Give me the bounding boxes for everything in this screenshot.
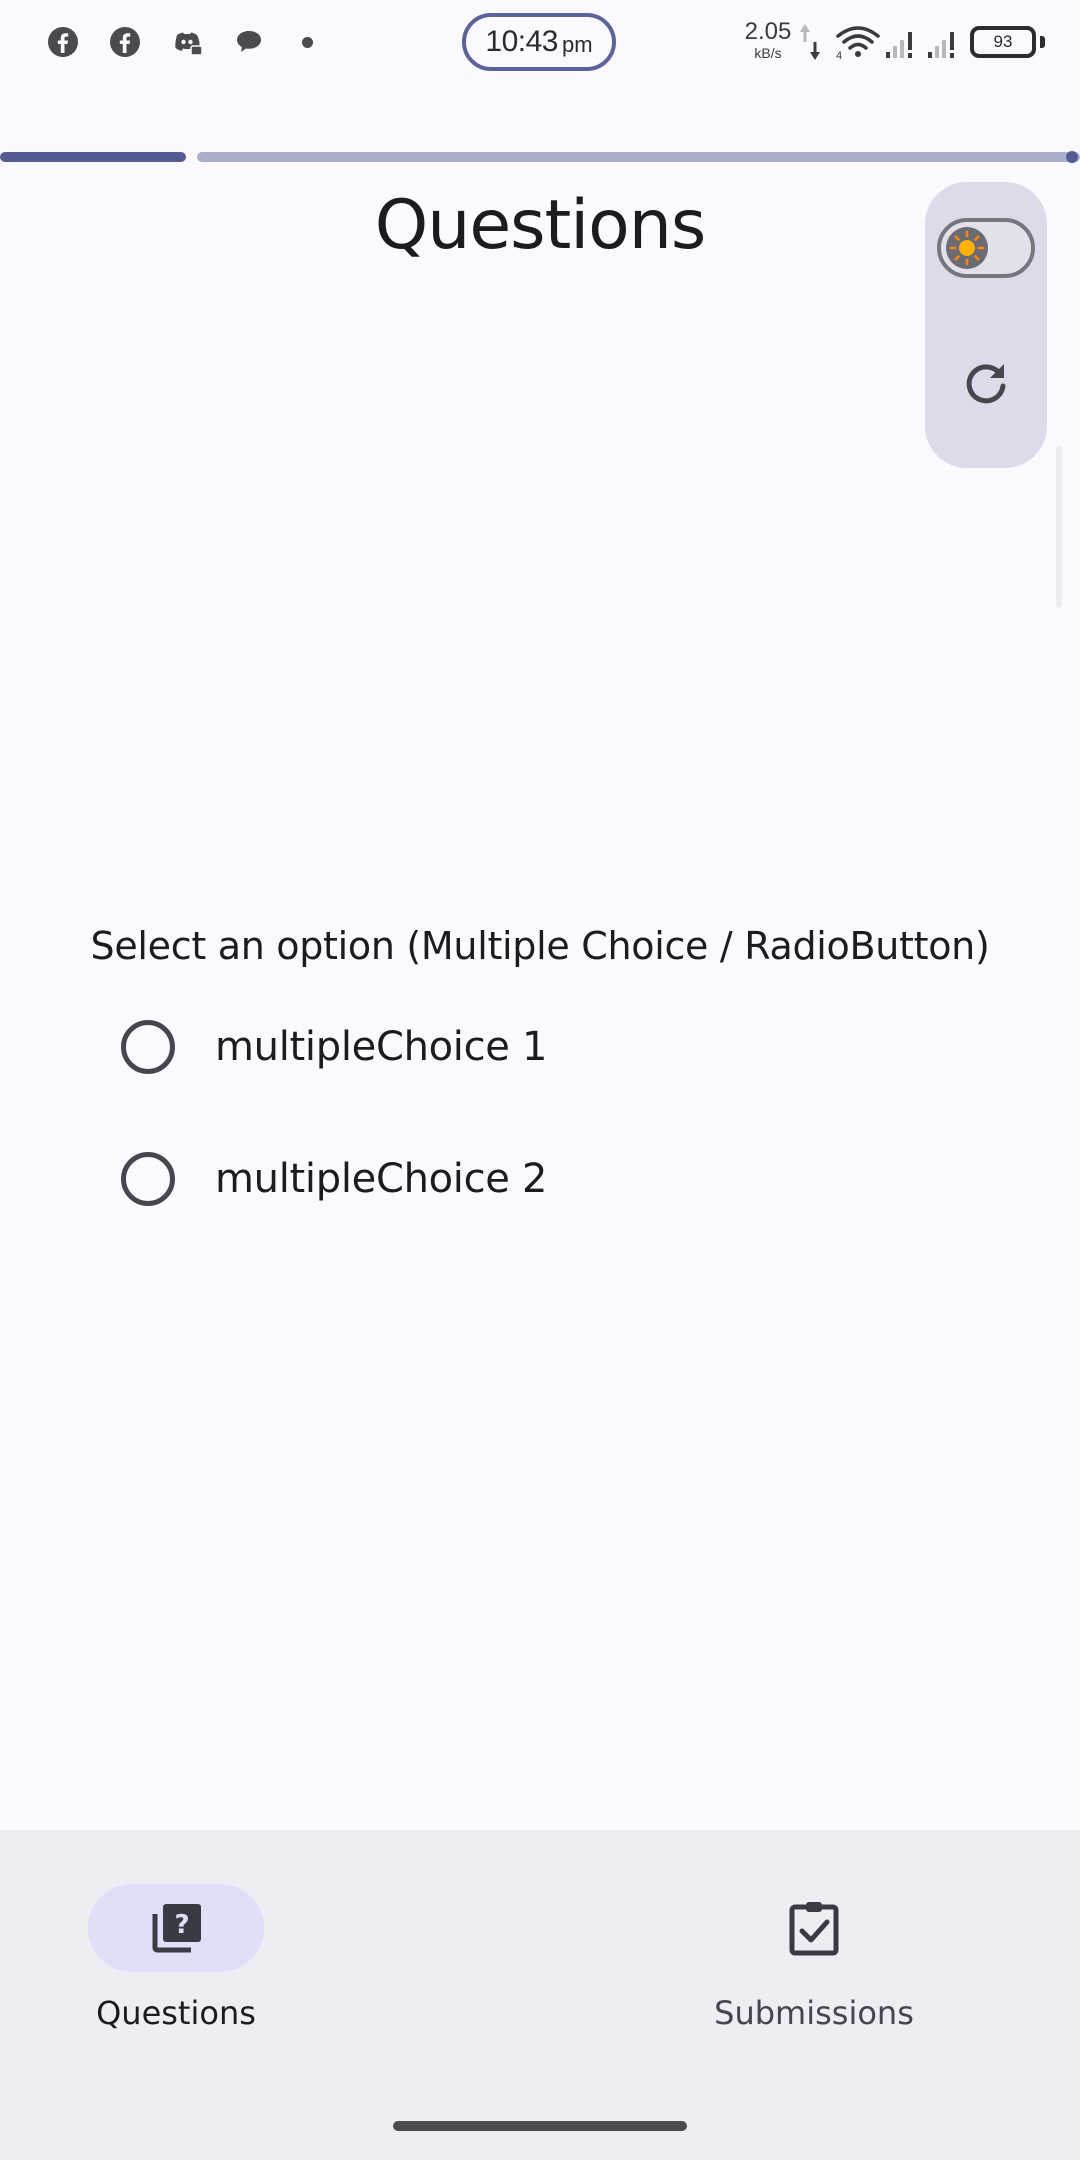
bottom-navigation-bar: ? Questions Submissions [0, 1830, 1080, 2160]
battery-tip [1040, 36, 1045, 48]
battery-level: 93 [993, 32, 1013, 51]
page-title: Questions [374, 186, 707, 265]
progress-end-marker [1066, 151, 1078, 163]
radio-option-2[interactable]: multipleChoice 2 [112, 1131, 832, 1227]
svg-text:4: 4 [836, 50, 842, 60]
network-speed: 2.05 kB/s [740, 18, 796, 61]
home-gesture-bar[interactable] [393, 2121, 687, 2131]
facebook-icon [48, 27, 78, 57]
status-bar: 10:43 pm 2.05 kB/s 4 93 [0, 0, 1080, 90]
clock-time: 10:43 [485, 25, 558, 58]
nav-label-submissions: Submissions [714, 1994, 914, 2032]
radio-button[interactable] [121, 1020, 175, 1074]
theme-toggle[interactable] [937, 218, 1035, 278]
assignment-check-icon [789, 1902, 839, 1956]
signal-icon [886, 32, 912, 58]
refresh-icon [966, 364, 1006, 404]
radio-option-1[interactable]: multipleChoice 1 [112, 999, 832, 1095]
nav-item-submissions[interactable]: Submissions [640, 1884, 940, 2034]
chat-bubble-icon [237, 31, 261, 52]
refresh-button[interactable] [956, 352, 1016, 412]
radio-option-label: multipleChoice 2 [215, 1156, 548, 1202]
facebook-icon [110, 27, 140, 57]
question-prompt: Select an option (Multiple Choice / Radi… [90, 924, 990, 968]
clock-ampm: pm [562, 32, 593, 57]
sun-icon [949, 230, 985, 266]
nav-label-questions: Questions [96, 1994, 256, 2032]
battery-icon: 93 [970, 26, 1036, 58]
scroll-indicator[interactable] [1056, 446, 1062, 608]
nav-item-questions[interactable]: ? Questions [88, 1884, 388, 2034]
quiz-icon: ? [152, 1904, 201, 1953]
radio-option-label: multipleChoice 1 [215, 1024, 548, 1070]
network-speed-unit: kB/s [754, 45, 782, 61]
wifi-icon: 4 [836, 26, 880, 60]
network-speed-value: 2.05 [744, 18, 792, 45]
more-notifications-dot [302, 37, 313, 48]
floating-action-panel [925, 182, 1047, 468]
data-arrows-icon [800, 24, 820, 60]
progress-bar-track [197, 152, 1080, 162]
progress-bar-filled [0, 152, 186, 162]
toggle-thumb [946, 227, 988, 269]
clock: 10:43 pm [462, 13, 616, 71]
signal-icon [928, 32, 954, 58]
radio-button[interactable] [121, 1152, 175, 1206]
discord-icon [175, 32, 203, 56]
svg-text:?: ? [174, 1910, 189, 1940]
